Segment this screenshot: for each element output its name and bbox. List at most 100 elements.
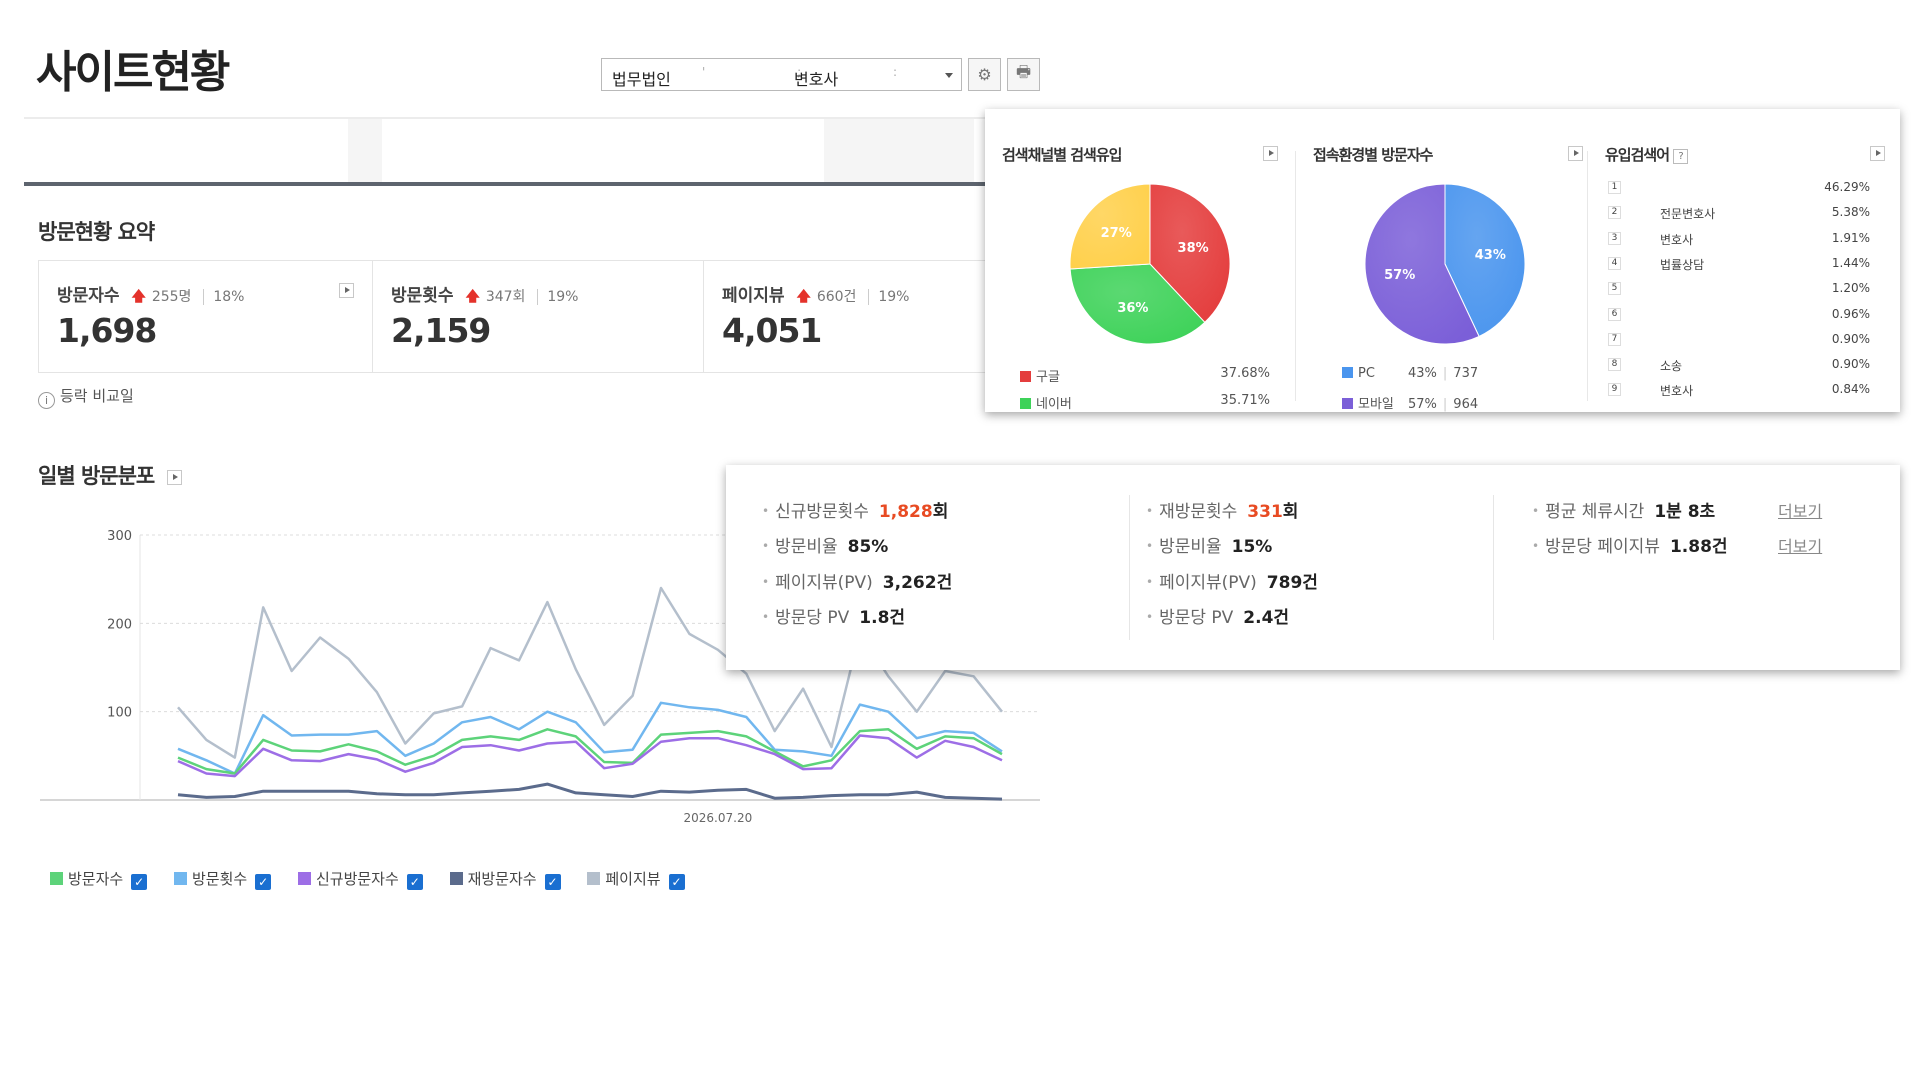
keyword-percent: 46.29%	[1824, 180, 1870, 194]
divider: |	[1442, 397, 1448, 412]
keyword-text: 소송	[1660, 359, 1683, 374]
site-org-label: 법무법인	[612, 70, 671, 89]
compare-note-text: 등락 비교일	[60, 387, 134, 405]
env-more-button[interactable]	[1568, 146, 1583, 161]
legend-label: 방문횟수	[191, 870, 248, 888]
row-label: 재방문횟수	[1159, 502, 1238, 522]
keyword-rank: 6	[1608, 307, 1621, 321]
traffic-source-popup: 검색채널별 검색유입 38% 36% 27% 구글 37.68% 네이버 35.71…	[985, 109, 1900, 412]
legend-item-new-visitors[interactable]: 신규방문자수 ✓	[297, 868, 423, 890]
search-channel-more-button[interactable]	[1263, 146, 1278, 161]
tab-bar-underline	[24, 182, 1034, 186]
row-value: 85%	[847, 537, 889, 557]
daily-more-button[interactable]	[166, 469, 182, 485]
site-select-dropdown[interactable]: 법무법인 ' ; : 변호사	[601, 58, 962, 91]
pie-slice-label: 57%	[1384, 268, 1415, 283]
checkbox-checked-icon[interactable]: ✓	[255, 874, 272, 890]
keyword-row[interactable]: 4 법률상담 1.44%	[1608, 256, 1870, 275]
env-panel: 접속환경별 방문자수 43% 57% PC 43% | 737 모바일 57% | 964	[1296, 109, 1601, 412]
checkbox-checked-icon[interactable]: ✓	[406, 874, 423, 890]
row-label: 방문당 페이지뷰	[1545, 537, 1660, 557]
keyword-rank: 8	[1608, 358, 1621, 372]
pages-more-link[interactable]: 더보기	[1778, 533, 1822, 557]
card-more-button[interactable]	[339, 283, 354, 298]
series-line-2	[177, 734, 1003, 778]
avg-pages-row: • 방문당 페이지뷰 1.88건	[1532, 532, 1728, 557]
y-tick-label: 200	[107, 617, 132, 632]
daily-title-text: 일별 방문분포	[38, 464, 155, 488]
keyword-row[interactable]: 2 전문변호사 5.38%	[1608, 205, 1870, 224]
keywords-more-button[interactable]	[1870, 146, 1885, 161]
compare-note: i 등락 비교일	[38, 385, 134, 409]
gear-icon: ⚙	[977, 65, 992, 84]
keyword-rank: 9	[1608, 383, 1621, 397]
daily-title: 일별 방문분포	[38, 460, 182, 490]
legend-label: 재방문자수	[467, 870, 537, 888]
legend-swatch	[587, 872, 601, 885]
divider: |	[1442, 366, 1448, 381]
keyword-row[interactable]: 7 0.90%	[1608, 332, 1870, 351]
checkbox-checked-icon[interactable]: ✓	[544, 874, 561, 890]
y-tick-label: 300	[107, 529, 132, 544]
row-label: 방문비율	[775, 537, 838, 557]
env-pie: 43% 57%	[1364, 183, 1526, 345]
pie-legend-pct: 57%	[1408, 397, 1437, 412]
keyword-text: 법률상담	[1660, 257, 1705, 272]
returning-pv-row: • 페이지뷰(PV) 789건	[1146, 568, 1318, 593]
row-value: 1분 8초	[1654, 502, 1716, 522]
card-percent: 19%	[537, 289, 579, 305]
keyword-percent: 0.90%	[1831, 357, 1870, 372]
legend-item-pageviews[interactable]: 페이지뷰 ✓	[587, 868, 685, 890]
keyword-row[interactable]: 1 46.29%	[1608, 180, 1870, 199]
row-label: 방문비율	[1159, 537, 1222, 557]
row-label: 신규방문횟수	[775, 502, 869, 522]
keywords-title: 유입검색어?	[1605, 144, 1689, 165]
legend-label: 방문자수	[68, 870, 124, 888]
arrow-up-icon: 🡅	[796, 289, 811, 305]
y-tick-label: 100	[107, 706, 132, 721]
row-value: 331	[1247, 502, 1283, 522]
print-button[interactable]: 🖶	[1007, 58, 1040, 91]
pie-slice-label: 38%	[1178, 241, 1209, 256]
legend-item-returning-visitors[interactable]: 재방문자수 ✓	[449, 868, 561, 890]
card-value: 1,698	[57, 311, 157, 350]
legend-swatch	[173, 872, 187, 885]
search-channel-title: 검색채널별 검색유입	[1002, 146, 1122, 164]
bullet-icon: •	[1146, 539, 1154, 553]
row-label: 방문당 PV	[775, 608, 850, 628]
returning-ratio-row: • 방문비율 15%	[1146, 532, 1272, 557]
new-ratio-row: • 방문비율 85%	[762, 532, 888, 557]
pie-legend-value: 37.68%	[1220, 366, 1270, 381]
keyword-row[interactable]: 6 0.96%	[1608, 306, 1870, 326]
pie-legend-label: 네이버	[1036, 397, 1072, 412]
help-icon[interactable]: ?	[1673, 149, 1689, 164]
pie-legend-row: 네이버 35.71%	[1020, 393, 1270, 412]
keyword-row[interactable]: 8 소송 0.90%	[1608, 357, 1870, 376]
summary-card-pageviews: 페이지뷰 🡅 660건 19% 4,051	[704, 261, 999, 372]
keyword-row[interactable]: 5 1.20%	[1608, 281, 1870, 300]
dwell-more-link[interactable]: 더보기	[1778, 498, 1822, 522]
bullet-icon: •	[762, 575, 770, 589]
row-label: 평균 체류시간	[1545, 502, 1645, 522]
checkbox-checked-icon[interactable]: ✓	[131, 874, 148, 890]
keyword-row[interactable]: 9 변호사 0.84%	[1608, 382, 1870, 401]
chart-legend: 방문자수 ✓ 방문횟수 ✓ 신규방문자수 ✓ 재방문자수 ✓ 페이지뷰 ✓	[50, 868, 707, 890]
keyword-rank: 5	[1608, 282, 1621, 296]
keyword-percent: 1.91%	[1831, 230, 1870, 245]
settings-button[interactable]: ⚙	[968, 58, 1001, 91]
new-pv-row: • 페이지뷰(PV) 3,262건	[762, 568, 952, 593]
summary-title: 방문현황 요약	[38, 220, 155, 244]
keyword-text: 변호사	[1660, 232, 1694, 247]
summary-card-label-row: 페이지뷰 🡅 660건 19%	[722, 281, 910, 310]
legend-item-visitors[interactable]: 방문자수 ✓	[50, 868, 148, 890]
keyword-row[interactable]: 3 변호사 1.91%	[1608, 230, 1870, 250]
legend-item-visits[interactable]: 방문횟수 ✓	[173, 868, 272, 890]
bullet-icon: •	[1532, 504, 1540, 518]
keyword-rank: 7	[1608, 332, 1621, 346]
checkbox-checked-icon[interactable]: ✓	[668, 874, 685, 890]
keyword-percent: 0.96%	[1831, 306, 1870, 321]
arrow-up-icon: 🡅	[131, 289, 146, 305]
keyword-rank: 2	[1608, 206, 1621, 220]
pie-legend-label: PC	[1358, 366, 1375, 381]
pie-slice-label: 36%	[1117, 301, 1148, 316]
